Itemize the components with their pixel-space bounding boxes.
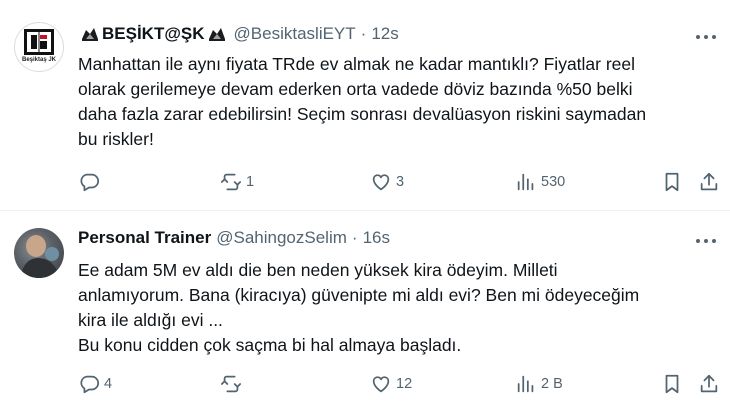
tweet-text: Ee adam 5M ev aldı die ben neden yüksek … [78, 258, 718, 358]
reply-count: 4 [104, 376, 113, 392]
action-bar: 4 12 2 B [78, 373, 718, 397]
share-button[interactable] [698, 373, 720, 395]
tweet-text-line: kira ile aldığı evi ... [78, 310, 223, 330]
like-button[interactable]: 3 [370, 171, 404, 193]
avatar-caption: Beşiktaş JK [21, 57, 57, 63]
tweet-header: BEŞİKT@ŞK @BesiktasliEYT · 12s [78, 24, 399, 44]
tweet-text-line: daha fazla zarar edebilirsin! Seçim sonr… [78, 104, 647, 124]
tweet-header: Personal Trainer @SahingozSelim · 16s [78, 228, 390, 248]
views-button[interactable]: 530 [515, 171, 565, 193]
bookmark-icon [665, 172, 679, 192]
display-name[interactable]: Personal Trainer [78, 228, 211, 248]
bjk-logo-icon [24, 29, 54, 55]
reply-icon [80, 375, 100, 394]
heart-icon [372, 174, 390, 191]
share-icon [700, 374, 718, 393]
reply-icon [80, 173, 100, 192]
retweet-icon [220, 173, 242, 191]
views-icon [517, 173, 534, 191]
retweet-icon [220, 375, 242, 393]
views-icon [517, 375, 534, 393]
more-icon[interactable] [696, 27, 716, 47]
reply-button[interactable]: 4 [78, 373, 112, 395]
retweet-count: 1 [246, 174, 255, 190]
bookmark-icon [665, 374, 679, 394]
tweet[interactable]: Beşiktaş JK BEŞİKT@ŞK @BesiktasliEYT · 1… [0, 0, 730, 211]
avatar[interactable] [14, 228, 64, 278]
timestamp[interactable]: 16s [363, 228, 390, 248]
avatar[interactable]: Beşiktaş JK [14, 22, 64, 72]
share-icon [700, 172, 718, 191]
tweet-text: Manhattan ile aynı fiyata TRde ev almak … [78, 52, 718, 152]
separator-dot: · [351, 228, 358, 247]
eagle-icon [82, 28, 98, 41]
display-name[interactable]: BEŞİKT@ŞK [78, 24, 229, 44]
tweet-text-line: Ee adam 5M ev aldı die ben neden yüksek … [78, 260, 558, 280]
views-button[interactable]: 2 B [515, 373, 563, 395]
bookmark-button[interactable] [661, 171, 683, 193]
action-bar: 1 3 530 [78, 171, 718, 195]
person-photo-icon [20, 235, 60, 278]
reply-button[interactable] [78, 171, 104, 193]
separator-dot: · [360, 24, 367, 43]
retweet-button[interactable] [220, 373, 246, 395]
like-count: 3 [396, 174, 405, 190]
tweet-text-line: anlamıyorum. Bana (kiracıya) güvenipte m… [78, 285, 640, 305]
tweet-text-line: Bu konu cidden çok saçma bi hal almaya b… [78, 335, 462, 355]
user-handle[interactable]: @SahingozSelim [216, 228, 347, 248]
tweet-text-line: Manhattan ile aynı fiyata TRde ev almak … [78, 54, 636, 74]
tweet-text-line: bu riskler! [78, 129, 154, 149]
views-count: 2 B [541, 376, 563, 392]
bookmark-button[interactable] [661, 373, 683, 395]
like-count: 12 [396, 376, 413, 392]
user-handle[interactable]: @BesiktasliEYT [234, 24, 356, 44]
retweet-button[interactable]: 1 [220, 171, 254, 193]
eagle-icon [208, 28, 225, 41]
timestamp[interactable]: 12s [371, 24, 398, 44]
more-icon[interactable] [696, 231, 716, 251]
tweet-text-line: olarak gerilemeye devam ederken orta vad… [78, 79, 633, 99]
display-name-text: BEŞİKT@ŞK [102, 24, 205, 43]
heart-icon [372, 376, 390, 393]
like-button[interactable]: 12 [370, 373, 412, 395]
share-button[interactable] [698, 171, 720, 193]
views-count: 530 [541, 174, 566, 190]
